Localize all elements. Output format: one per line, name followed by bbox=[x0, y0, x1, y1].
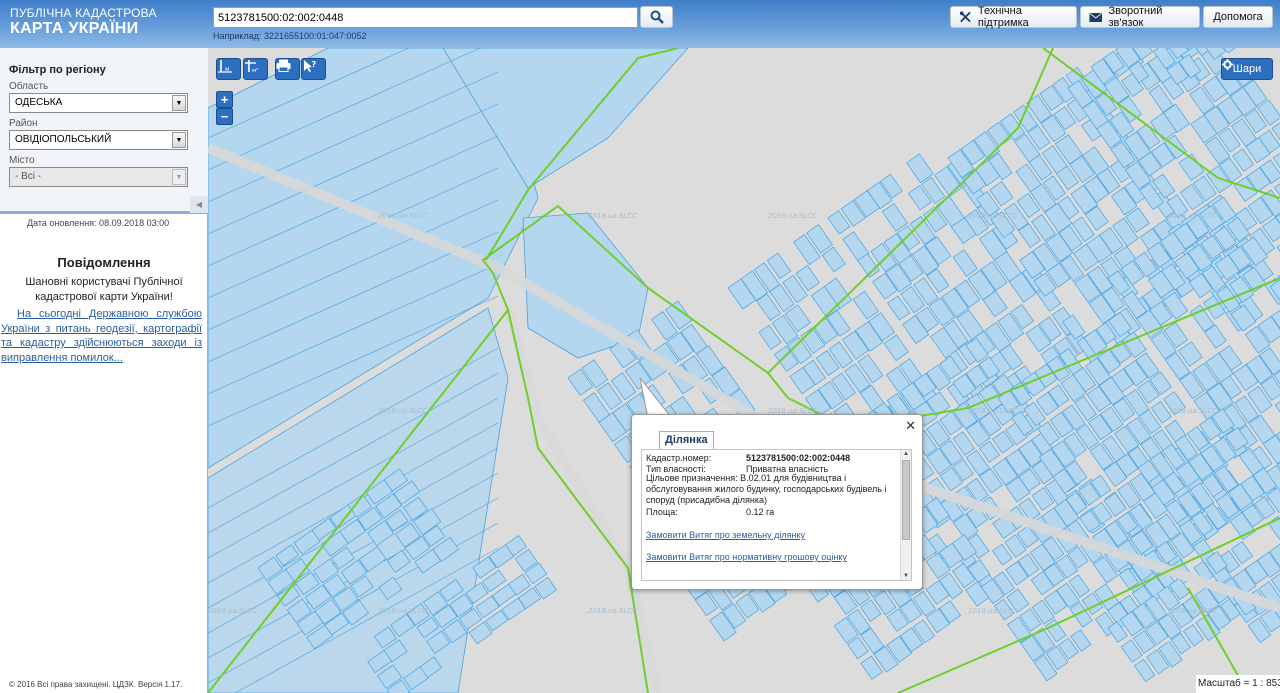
svg-text:2018.ua.SLCC: 2018.ua.SLCC bbox=[1168, 212, 1217, 220]
help-button[interactable]: Допомога bbox=[1203, 6, 1273, 28]
tab-parcel[interactable]: Ділянка bbox=[659, 431, 714, 449]
cursor-question-icon: ? bbox=[304, 60, 317, 72]
print-button[interactable] bbox=[275, 58, 300, 80]
svg-text:2018.ua.SLCC: 2018.ua.SLCC bbox=[968, 407, 1017, 415]
svg-text:2018.ua.SLCC: 2018.ua.SLCC bbox=[588, 212, 637, 220]
search-icon bbox=[650, 10, 664, 24]
city-select[interactable]: - Всі - ▼ bbox=[9, 167, 188, 187]
collapse-sidebar-button[interactable]: ◀ bbox=[190, 196, 208, 213]
support-label: Технічна підтримка bbox=[977, 5, 1029, 29]
oblast-label: Область bbox=[9, 81, 49, 92]
svg-text:м²: м² bbox=[252, 67, 258, 73]
chevron-left-icon: ◀ bbox=[195, 200, 203, 209]
help-label: Допомога bbox=[1213, 11, 1263, 23]
area-ruler-icon: м² bbox=[245, 60, 258, 73]
measure-distance-button[interactable]: м bbox=[216, 58, 241, 80]
dropdown-arrow-icon: ▼ bbox=[172, 169, 186, 185]
logo[interactable]: ПУБЛІЧНА КАДАСТРОВА КАРТА УКРАЇНИ bbox=[10, 7, 157, 37]
svg-text:2018.ua.SLCC: 2018.ua.SLCC bbox=[588, 607, 637, 615]
cadastre-label: Кадастр.номер: bbox=[646, 453, 712, 463]
update-date: Дата оновлення: 08.09.2018 03:00 bbox=[27, 218, 170, 228]
layers-button[interactable]: Шари bbox=[1221, 58, 1273, 80]
oblast-value: ОДЕСЬКА bbox=[15, 97, 63, 108]
svg-text:2018.ua.SLCC: 2018.ua.SLCC bbox=[768, 212, 817, 220]
svg-text:2018.ua.SLCC: 2018.ua.SLCC bbox=[1168, 607, 1217, 615]
zoom-in-button[interactable]: + bbox=[216, 91, 233, 108]
news-greeting: Шановні користувачі Публічної кадастрово… bbox=[25, 276, 183, 303]
oblast-select[interactable]: ОДЕСЬКА ▼ bbox=[9, 93, 188, 113]
identify-button[interactable]: ? bbox=[301, 58, 326, 80]
area-label: Площа: bbox=[646, 507, 678, 517]
scroll-thumb[interactable] bbox=[902, 460, 910, 540]
minus-icon: − bbox=[220, 109, 229, 124]
raion-select[interactable]: ОВІДІОПОЛЬСЬКИЙ ▼ bbox=[9, 130, 188, 150]
search-button[interactable] bbox=[640, 6, 673, 28]
cadastre-value: 5123781500:02:002:0448 bbox=[746, 453, 851, 463]
plus-icon: + bbox=[220, 92, 229, 107]
parcel-layer: 2018.ua.SLCC 2018.ua.SLCC 2018.ua.SLCC 2018… bbox=[208, 48, 1280, 693]
city-value: - Всі - bbox=[15, 171, 42, 182]
svg-text:2018.ua.SLCC: 2018.ua.SLCC bbox=[968, 607, 1017, 615]
logo-line2: КАРТА УКРАЇНИ bbox=[10, 20, 139, 37]
printer-icon bbox=[276, 59, 291, 72]
parcel-details: Кадастр.номер: 5123781500:02:002:0448 Ти… bbox=[641, 449, 912, 581]
app-header: ПУБЛІЧНА КАДАСТРОВА КАРТА УКРАЇНИ Наприк… bbox=[0, 0, 1280, 48]
gear-icon bbox=[1222, 59, 1233, 70]
popup-scrollbar[interactable]: ▲ ▼ bbox=[900, 450, 911, 580]
svg-text:2018.ua.SLCC: 2018.ua.SLCC bbox=[208, 607, 257, 615]
feedback-button[interactable]: Зворотний зв'язок bbox=[1080, 5, 1200, 29]
tools-icon bbox=[959, 11, 971, 23]
raion-value: ОВІДІОПОЛЬСЬКИЙ bbox=[15, 134, 112, 145]
feedback-label: Зворотний зв'язок bbox=[1108, 5, 1163, 29]
purpose-row: Цільове призначення: В.02.01 для будівни… bbox=[646, 473, 901, 506]
measure-area-button[interactable]: м² bbox=[243, 58, 268, 80]
dropdown-arrow-icon: ▼ bbox=[172, 95, 186, 111]
copyright-footer: © 2016 Всі права захищені. ЦДЗК. Версія … bbox=[9, 680, 183, 689]
logo-line1: ПУБЛІЧНА КАДАСТРОВА bbox=[10, 6, 157, 20]
news-link[interactable]: На сьогодні Державною службою України з … bbox=[1, 307, 202, 365]
close-icon[interactable]: ✕ bbox=[905, 418, 916, 434]
svg-text:2018.ua.SLCC: 2018.ua.SLCC bbox=[378, 212, 427, 220]
scroll-up-icon: ▲ bbox=[903, 451, 909, 457]
scale-readout: Масштаб = 1 : 8531 bbox=[1196, 675, 1280, 693]
cadastre-search-input[interactable] bbox=[213, 7, 638, 28]
svg-text:м: м bbox=[225, 66, 230, 73]
region-filter: Фільтр по регіону Область ОДЕСЬКА ▼ Райо… bbox=[0, 48, 208, 214]
filter-title: Фільтр по регіону bbox=[9, 64, 106, 76]
raion-label: Район bbox=[9, 118, 38, 129]
svg-text:?: ? bbox=[312, 60, 317, 69]
news-title: Повідомлення bbox=[57, 255, 151, 270]
map-canvas[interactable]: 2018.ua.SLCC 2018.ua.SLCC 2018.ua.SLCC 2018… bbox=[208, 48, 1280, 693]
svg-text:2018.ua.SLCC: 2018.ua.SLCC bbox=[378, 607, 427, 615]
area-value: 0.12 га bbox=[746, 507, 775, 517]
svg-text:2018.ua.SLCC: 2018.ua.SLCC bbox=[1168, 407, 1217, 415]
dropdown-arrow-icon: ▼ bbox=[172, 132, 186, 148]
search-example: Наприклад: 3221655100:01:047:0052 bbox=[213, 31, 367, 41]
svg-text:2018.ua.SLCC: 2018.ua.SLCC bbox=[968, 212, 1017, 220]
sidebar: Фільтр по регіону Область ОДЕСЬКА ▼ Райо… bbox=[0, 48, 208, 693]
scroll-down-icon: ▼ bbox=[903, 573, 909, 579]
order-valuation-link[interactable]: Замовити Витяг про нормативну грошову оц… bbox=[646, 552, 847, 562]
svg-text:2018.ua.SLCC: 2018.ua.SLCC bbox=[378, 407, 427, 415]
order-extract-link[interactable]: Замовити Витяг про земельну ділянку bbox=[646, 530, 805, 540]
zoom-out-button[interactable]: − bbox=[216, 108, 233, 125]
support-button[interactable]: Технічна підтримка bbox=[950, 5, 1077, 29]
layers-label: Шари bbox=[1232, 63, 1262, 75]
parcel-info-popup: ✕ Ділянка Кадастр.номер: 5123781500:02:0… bbox=[631, 414, 923, 590]
envelope-icon bbox=[1089, 12, 1103, 22]
city-label: Місто bbox=[9, 155, 35, 166]
purpose-label: Цільове призначення: bbox=[646, 473, 738, 483]
ruler-icon: м bbox=[218, 60, 232, 73]
